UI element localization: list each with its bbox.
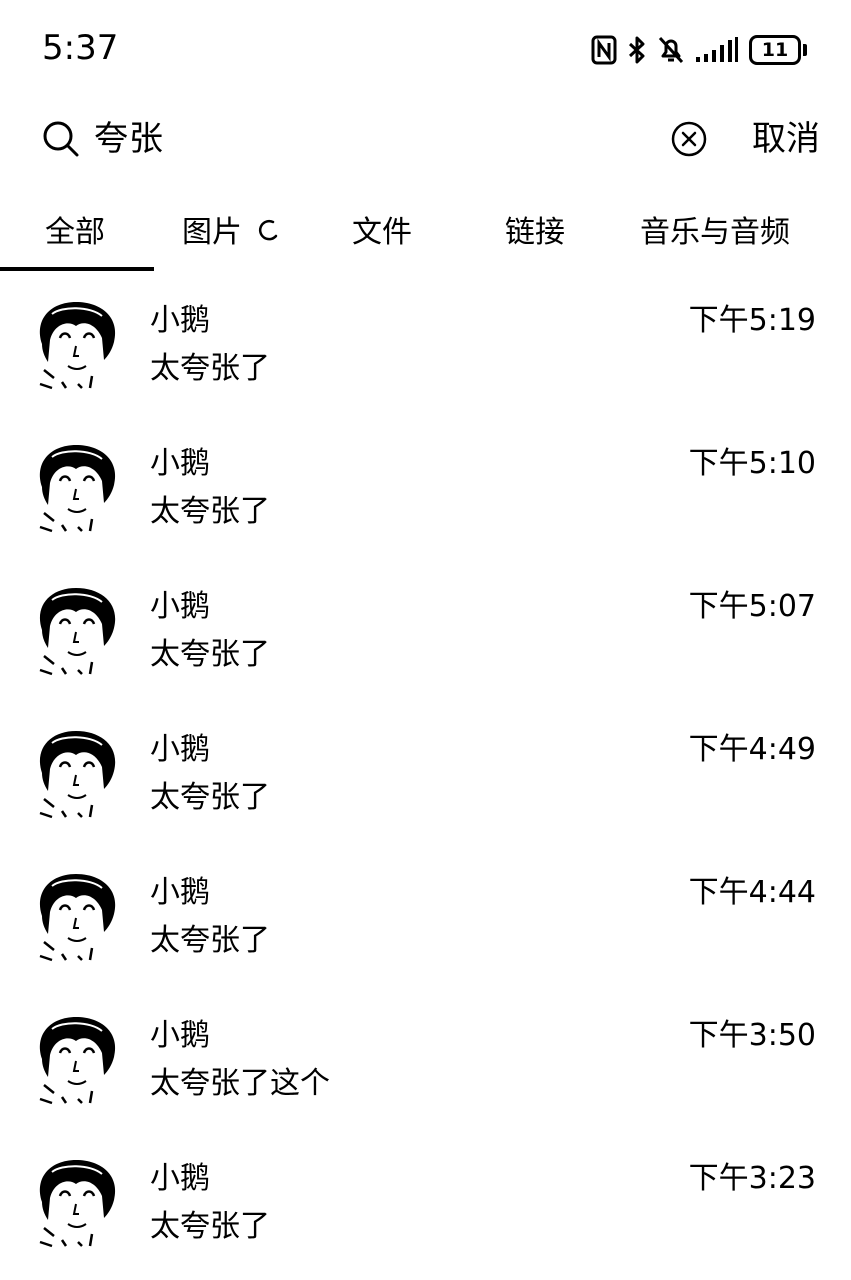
status-icons: 11	[591, 30, 807, 70]
tab-label: 文件	[352, 215, 412, 250]
avatar	[32, 441, 122, 533]
message-snippet: 太夸张了	[150, 351, 270, 386]
tab-label: 音乐与音频	[640, 215, 790, 250]
message-snippet: 太夸张了这个	[150, 1066, 330, 1101]
tab-label: 全部	[45, 215, 105, 250]
message-snippet: 太夸张了	[150, 1209, 270, 1244]
message-time: 下午5:10	[688, 446, 816, 481]
status-time: 5:37	[42, 28, 119, 68]
battery-tip	[803, 44, 807, 56]
message-search-screen: 5:37 11 夸张 取消 全部 图片 文件 链接 音乐与音频 小鹅 太夸张了 …	[0, 0, 851, 1280]
search-bar: 夸张 取消	[0, 100, 851, 180]
message-time: 下午5:19	[688, 303, 816, 338]
sender-name: 小鹅	[150, 732, 210, 767]
tab-music-audio[interactable]: 音乐与音频	[640, 213, 790, 253]
message-time: 下午5:07	[688, 589, 816, 624]
tab-label: 链接	[505, 215, 565, 250]
sender-name: 小鹅	[150, 589, 210, 624]
message-time: 下午4:44	[688, 875, 816, 910]
avatar	[32, 727, 122, 819]
search-input[interactable]: 夸张	[94, 118, 164, 160]
loading-icon	[258, 212, 280, 252]
clear-icon[interactable]	[670, 120, 708, 158]
avatar	[32, 298, 122, 390]
tab-images[interactable]: 图片	[182, 213, 280, 253]
message-snippet: 太夸张了	[150, 637, 270, 672]
sender-name: 小鹅	[150, 1018, 210, 1053]
avatar	[32, 584, 122, 676]
battery-level: 11	[749, 35, 801, 65]
search-result-item[interactable]: 小鹅 太夸张了 下午4:49	[0, 719, 851, 862]
filter-tabs: 全部 图片 文件 链接 音乐与音频	[0, 195, 851, 275]
status-bar: 5:37 11	[0, 0, 851, 100]
search-results: 小鹅 太夸张了 下午5:19 小鹅 太夸张了 下午5:10 小鹅 太夸张了 下午…	[0, 290, 851, 1280]
sender-name: 小鹅	[150, 446, 210, 481]
search-result-item[interactable]: 小鹅 太夸张了 下午5:19	[0, 290, 851, 433]
sender-name: 小鹅	[150, 303, 210, 338]
bluetooth-icon	[627, 35, 647, 65]
mute-icon	[657, 35, 685, 65]
avatar	[32, 870, 122, 962]
signal-icon	[695, 35, 739, 65]
avatar	[32, 1156, 122, 1248]
search-result-item[interactable]: 小鹅 太夸张了 下午5:07	[0, 576, 851, 719]
nfc-icon	[591, 35, 617, 65]
tab-indicator	[0, 267, 154, 271]
search-result-item[interactable]: 小鹅 太夸张了 下午4:44	[0, 862, 851, 1005]
search-result-item[interactable]: 小鹅 太夸张了 下午3:23	[0, 1148, 851, 1280]
search-result-item[interactable]: 小鹅 太夸张了这个 下午3:50	[0, 1005, 851, 1148]
tab-label: 图片	[182, 215, 242, 250]
message-snippet: 太夸张了	[150, 780, 270, 815]
search-icon	[42, 120, 80, 158]
tab-files[interactable]: 文件	[352, 213, 412, 253]
tab-links[interactable]: 链接	[505, 213, 565, 253]
message-time: 下午3:50	[688, 1018, 816, 1053]
sender-name: 小鹅	[150, 1161, 210, 1196]
search-result-item[interactable]: 小鹅 太夸张了 下午5:10	[0, 433, 851, 576]
cancel-button[interactable]: 取消	[752, 118, 820, 160]
battery-icon: 11	[749, 35, 807, 65]
message-snippet: 太夸张了	[150, 923, 270, 958]
avatar	[32, 1013, 122, 1105]
message-time: 下午4:49	[688, 732, 816, 767]
message-time: 下午3:23	[688, 1161, 816, 1196]
message-snippet: 太夸张了	[150, 494, 270, 529]
tab-all[interactable]: 全部	[45, 213, 105, 253]
sender-name: 小鹅	[150, 875, 210, 910]
